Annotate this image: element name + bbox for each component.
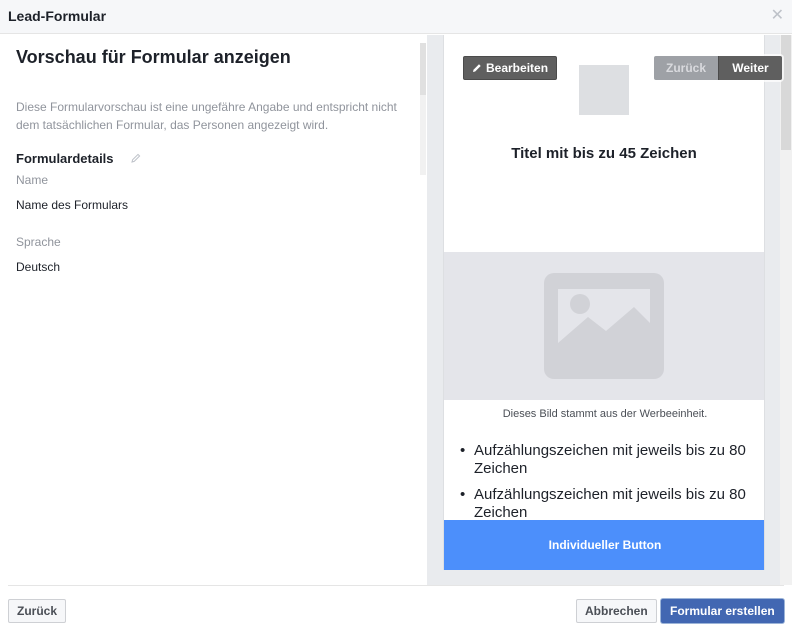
field-label-name: Name xyxy=(16,173,49,187)
preview-scrollbar-thumb[interactable] xyxy=(781,35,791,150)
bullet-list: • Aufzählungszeichen mit jeweils bis zu 8… xyxy=(460,442,760,530)
image-icon xyxy=(544,273,664,379)
create-form-button[interactable]: Formular erstellen xyxy=(661,599,784,623)
bullet-text: Aufzählungszeichen mit jeweils bis zu 80… xyxy=(474,442,746,477)
left-scrollbar-thumb[interactable] xyxy=(420,43,426,95)
preview-title: Titel mit bis zu 45 Zeichen xyxy=(511,145,697,162)
close-icon[interactable]: ✕ xyxy=(771,7,784,25)
preview-card: Titel mit bis zu 45 Zeichen Dieses Bild … xyxy=(443,35,765,570)
image-caption: Dieses Bild stammt aus der Werbeeinheit. xyxy=(502,408,708,420)
preview-back-button[interactable]: Zurück xyxy=(654,56,718,80)
pencil-icon xyxy=(473,64,481,72)
list-item: • Aufzählungszeichen mit jeweils bis zu 8… xyxy=(460,442,746,477)
edit-button-label: Bearbeiten xyxy=(486,61,549,75)
form-preview-panel: Titel mit bis zu 45 Zeichen Dieses Bild … xyxy=(427,35,792,585)
custom-button[interactable]: Individueller Button xyxy=(444,520,764,570)
back-button[interactable]: Zurück xyxy=(8,599,67,623)
field-value-language: Deutsch xyxy=(16,260,61,274)
edit-button[interactable]: Bearbeiten xyxy=(463,56,558,80)
page-title: Vorschau für Formular anzeigen xyxy=(16,47,291,67)
pencil-icon[interactable] xyxy=(131,153,141,163)
field-value-name: Name des Formulars xyxy=(16,198,129,212)
section-title-formulardetails: Formulardetails xyxy=(16,151,114,166)
field-label-language: Sprache xyxy=(16,235,61,249)
list-item: • Aufzählungszeichen mit jeweils bis zu 8… xyxy=(460,486,746,521)
logo-placeholder xyxy=(579,65,629,115)
preview-nav: Zurück Weiter xyxy=(654,56,782,80)
preview-description: Diese Formularvorschau ist eine ungefähr… xyxy=(16,100,397,132)
dialog-footer: Zurück Abbrechen Formular erstellen xyxy=(0,585,792,634)
dialog-titlebar: Lead-Formular ✕ xyxy=(0,0,792,34)
dialog-title: Lead-Formular xyxy=(8,8,107,24)
image-placeholder xyxy=(444,252,764,400)
preview-next-button[interactable]: Weiter xyxy=(718,56,782,80)
form-details-panel: Vorschau für Formular anzeigen Diese For… xyxy=(0,35,427,585)
cancel-button[interactable]: Abbrechen xyxy=(576,599,657,623)
bullet-text: Aufzählungszeichen mit jeweils bis zu 80… xyxy=(474,486,746,521)
footer-divider xyxy=(8,585,784,586)
